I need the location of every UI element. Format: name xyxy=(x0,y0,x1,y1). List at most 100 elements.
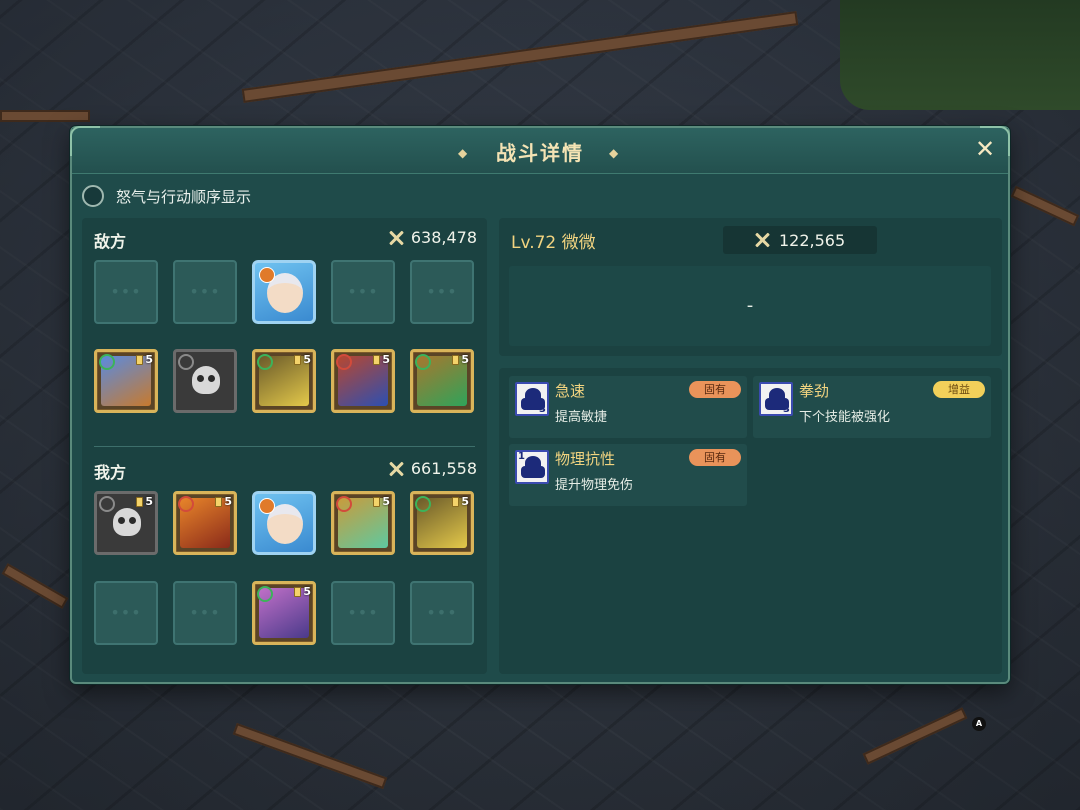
star-badge: 5 xyxy=(136,353,153,366)
fence-scenery xyxy=(862,707,968,765)
star-count: 5 xyxy=(382,353,390,366)
card-icon xyxy=(215,496,223,507)
star-badge: 5 xyxy=(373,353,390,366)
unit-description: - xyxy=(509,266,991,346)
card-icon xyxy=(373,496,381,507)
empty-slot xyxy=(331,260,395,324)
toggle-label: 怒气与行动顺序显示 xyxy=(116,187,252,206)
fence-scenery xyxy=(232,723,388,789)
element-ring-icon xyxy=(99,496,115,512)
card-icon xyxy=(294,586,302,597)
buff-name: 急速 xyxy=(555,382,586,400)
buff-description: 下个技能被强化 xyxy=(799,410,891,425)
close-button[interactable]: ✕ xyxy=(972,136,998,162)
element-ring-icon xyxy=(178,354,194,370)
star-badge: 5 xyxy=(294,353,311,366)
star-count: 5 xyxy=(461,495,469,508)
innate-tag: 固有 xyxy=(689,381,741,398)
dialog-title: 战斗详情 xyxy=(496,141,584,165)
card-icon xyxy=(136,354,144,365)
empty-slot xyxy=(410,260,474,324)
card-icon xyxy=(452,496,460,507)
buff-item[interactable]: 3 急速 提高敏捷 固有 xyxy=(509,376,747,438)
unit-power-box: 122,565 xyxy=(723,226,877,254)
element-ring-icon xyxy=(415,354,431,370)
card-icon xyxy=(373,354,381,365)
star-badge: 5 xyxy=(136,495,153,508)
buff-level: 1 xyxy=(518,451,525,462)
fence-scenery xyxy=(241,11,799,103)
empty-slot xyxy=(94,581,158,645)
formation-panel: 敌方 638,478 5 5 5 5 我方 661,558 5 5 5 5 5 xyxy=(82,218,487,674)
element-ring-icon xyxy=(336,354,352,370)
defeated-unit-slot[interactable] xyxy=(173,349,237,413)
innate-tag: 固有 xyxy=(689,449,741,466)
defeated-unit-slot[interactable]: 5 xyxy=(94,491,158,555)
title-ornament-icon: ◆ xyxy=(609,146,619,160)
hero-portrait[interactable] xyxy=(252,260,316,324)
star-count: 5 xyxy=(145,353,153,366)
hedge-scenery xyxy=(840,0,1080,110)
empty-slot xyxy=(173,581,237,645)
enemy-label: 敌方 xyxy=(94,232,127,251)
hero-class-icon xyxy=(259,267,275,283)
element-ring-icon xyxy=(336,496,352,512)
skull-icon xyxy=(192,366,220,394)
card-icon xyxy=(136,496,144,507)
ally-power: 661,558 xyxy=(387,459,477,478)
star-badge: 5 xyxy=(294,585,311,598)
unit-detail-panel: Lv.72 微微 122,565 - xyxy=(499,218,1002,356)
card-icon xyxy=(452,354,460,365)
star-count: 5 xyxy=(303,353,311,366)
empty-slot xyxy=(173,260,237,324)
buff-level: 3 xyxy=(783,404,790,415)
star-count: 5 xyxy=(224,495,232,508)
dialog-header: ◆ 战斗详情 ◆ ✕ xyxy=(70,126,1010,174)
unit-power-value: 122,565 xyxy=(779,230,846,250)
empty-slot xyxy=(94,260,158,324)
empty-slot xyxy=(331,581,395,645)
muscle-buff-icon: 3 xyxy=(759,382,793,416)
gain-tag: 增益 xyxy=(933,381,985,398)
star-badge: 5 xyxy=(215,495,232,508)
ally-label: 我方 xyxy=(94,463,127,482)
star-count: 5 xyxy=(382,495,390,508)
side-divider xyxy=(94,446,475,447)
card-icon xyxy=(294,354,302,365)
buff-item[interactable]: 1 物理抗性 提升物理免伤 固有 xyxy=(509,444,747,506)
empty-slot xyxy=(410,581,474,645)
unit-slot[interactable]: 5 xyxy=(94,349,158,413)
element-ring-icon xyxy=(178,496,194,512)
star-badge: 5 xyxy=(452,353,469,366)
unit-slot[interactable]: 5 xyxy=(410,491,474,555)
unit-slot[interactable]: 5 xyxy=(331,491,395,555)
star-count: 5 xyxy=(145,495,153,508)
fence-scenery xyxy=(1,563,69,609)
buff-description: 提高敏捷 xyxy=(555,410,608,425)
unit-slot[interactable]: 5 xyxy=(331,349,395,413)
unit-slot[interactable]: 5 xyxy=(410,349,474,413)
crossed-swords-icon xyxy=(387,460,405,478)
fence-scenery xyxy=(1010,185,1080,227)
star-badge: 5 xyxy=(373,495,390,508)
buff-item[interactable]: 3 拳劲 下个技能被强化 增益 xyxy=(753,376,991,438)
buff-name: 物理抗性 xyxy=(555,450,616,468)
unit-slot[interactable]: 5 xyxy=(252,349,316,413)
element-ring-icon xyxy=(415,496,431,512)
hero-class-icon xyxy=(259,498,275,514)
star-count: 5 xyxy=(303,585,311,598)
skull-icon xyxy=(113,508,141,536)
ally-power-value: 661,558 xyxy=(410,459,477,478)
hero-portrait[interactable] xyxy=(252,491,316,555)
buff-description: 提升物理免伤 xyxy=(555,478,634,493)
element-ring-icon xyxy=(99,354,115,370)
muscle-buff-icon: 3 xyxy=(515,382,549,416)
enemy-power: 638,478 xyxy=(387,228,477,247)
unit-name: Lv.72 微微 xyxy=(511,233,596,253)
element-ring-icon xyxy=(257,586,273,602)
unit-slot[interactable]: 5 xyxy=(173,491,237,555)
unit-slot[interactable]: 5 xyxy=(252,581,316,645)
radio-button[interactable] xyxy=(82,185,104,207)
muscle-buff-icon: 1 xyxy=(515,450,549,484)
rage-order-toggle[interactable]: 怒气与行动顺序显示 xyxy=(82,184,251,208)
